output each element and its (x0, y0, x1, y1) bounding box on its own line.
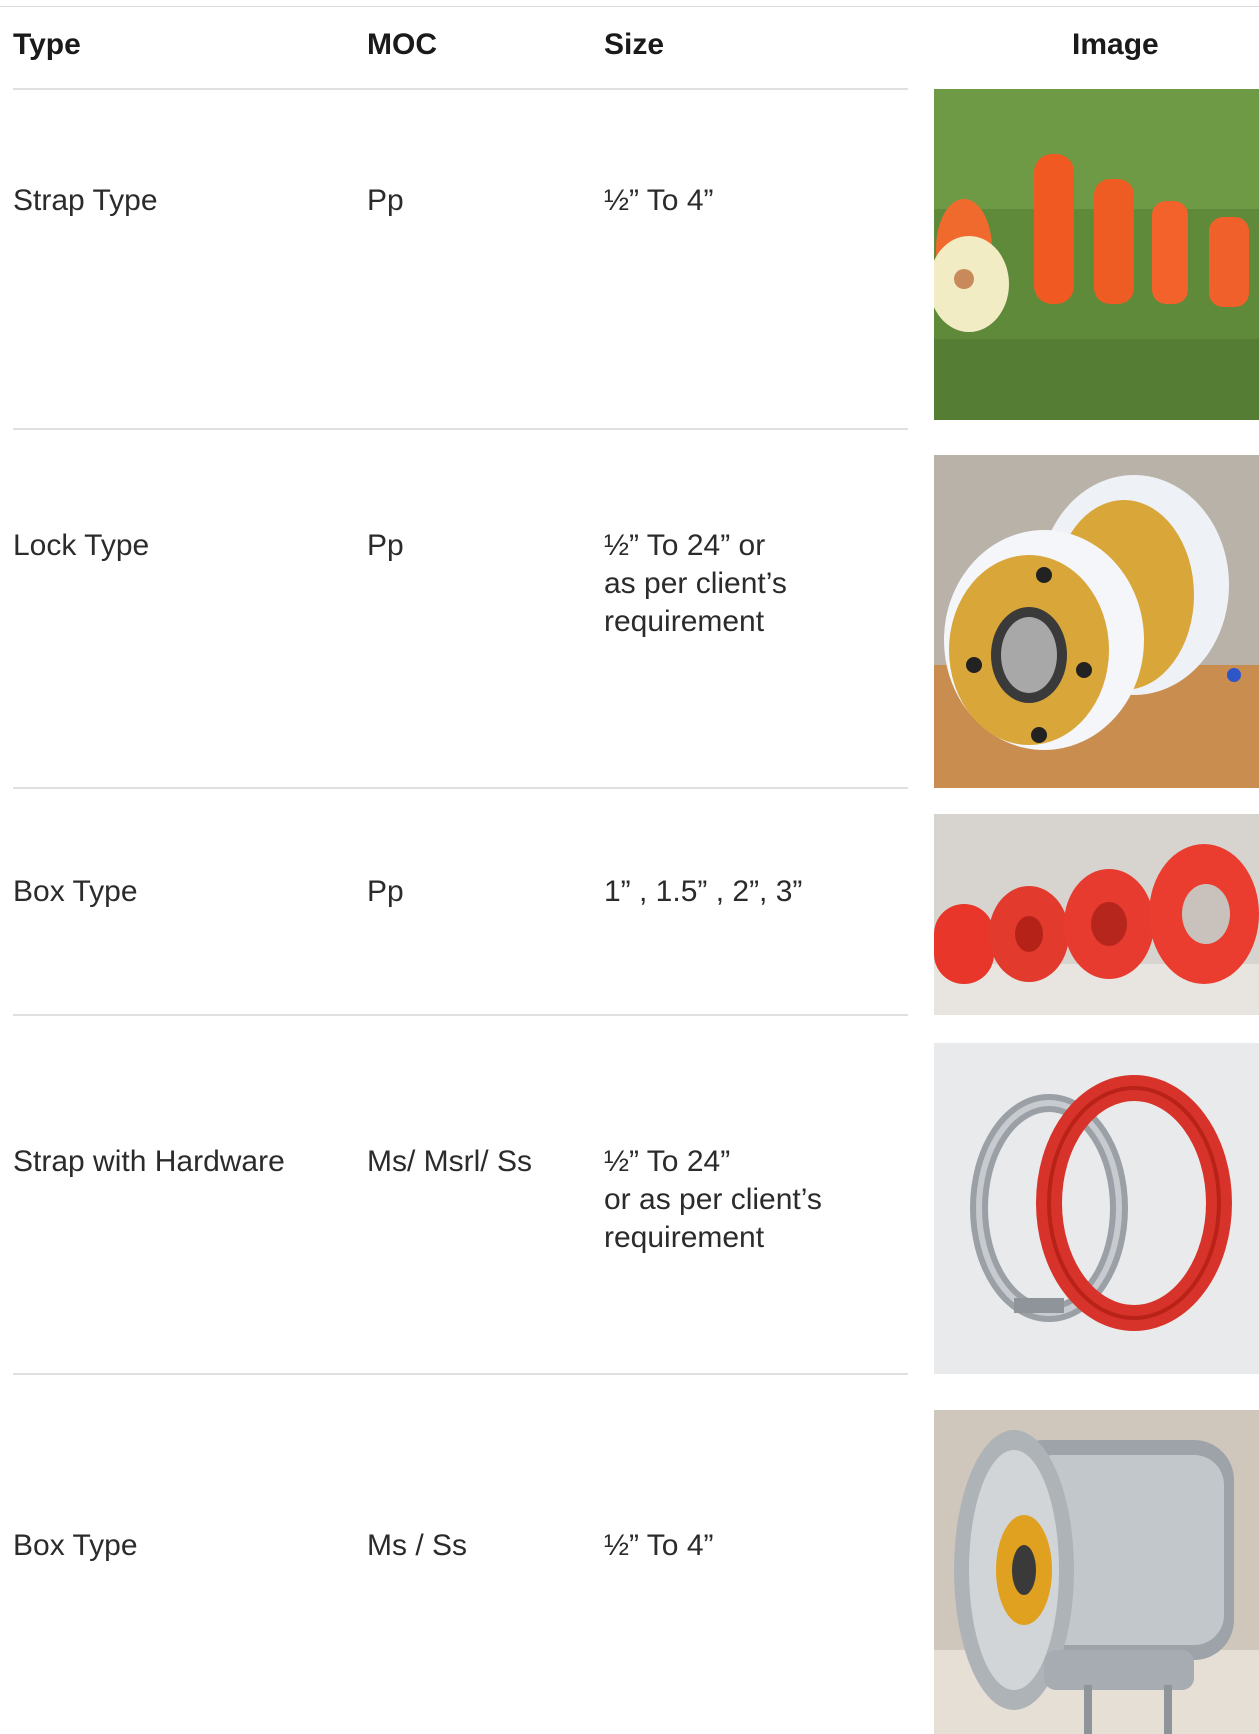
row-type: Box Type (13, 875, 138, 908)
size-line: requirement (604, 605, 765, 638)
row-moc: Ms/ Msrl/ Ss (367, 1145, 532, 1178)
header-image: Image (1072, 28, 1159, 61)
orange-strap-type-clamps-photo (934, 89, 1259, 420)
header-rule (13, 88, 908, 90)
size-line: as per client’s (604, 567, 787, 600)
row-rule (13, 787, 908, 789)
top-rule (0, 6, 1259, 7)
row-size: ½” To 24” or as per client’s requirement (604, 527, 787, 641)
row-size: 1” , 1.5” , 2”, 3” (604, 873, 802, 911)
row-size: ½” To 4” (604, 1527, 714, 1565)
row-type: Strap Type (13, 184, 158, 217)
row-moc: Ms / Ss (367, 1529, 468, 1562)
header-type: Type (13, 28, 81, 61)
size-line: or as per client’s (604, 1183, 822, 1216)
red-box-type-clamps-photo (934, 814, 1259, 1015)
row-type: Box Type (13, 1529, 138, 1562)
row-rule (13, 1373, 908, 1375)
header-moc: MOC (367, 28, 437, 61)
size-line: ½” To 24” or (604, 529, 766, 562)
size-line: 1” , 1.5” , 2”, 3” (604, 875, 803, 908)
yellow-lock-type-clamp-photo (934, 455, 1259, 788)
row-size: ½” To 24” or as per client’s requirement (604, 1143, 822, 1257)
row-type: Lock Type (13, 529, 150, 562)
row-moc: Pp (367, 529, 404, 562)
size-line: ½” To 4” (604, 184, 714, 217)
row-moc: Pp (367, 875, 404, 908)
row-moc: Pp (367, 184, 404, 217)
row-type: Strap with Hardware (13, 1145, 285, 1178)
size-line: ½” To 24” (604, 1145, 731, 1178)
row-rule (13, 428, 908, 430)
header-size: Size (604, 28, 665, 61)
stainless-box-type-clamp-photo (934, 1410, 1259, 1734)
row-rule (13, 1014, 908, 1016)
size-line: requirement (604, 1221, 765, 1254)
size-line: ½” To 4” (604, 1529, 714, 1562)
metal-and-red-strap-clamp-photo (934, 1043, 1259, 1374)
row-size: ½” To 4” (604, 182, 714, 220)
